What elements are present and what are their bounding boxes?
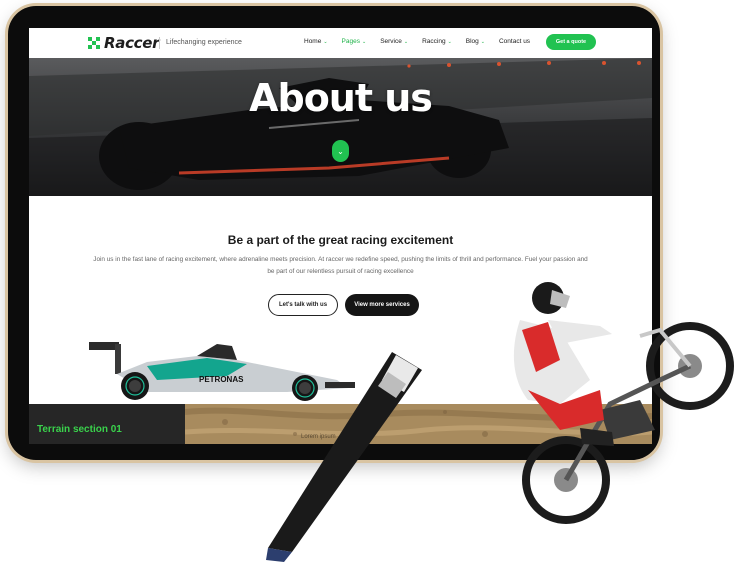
motocross-rider-image (513, 282, 734, 524)
foreground-overlay (266, 282, 734, 562)
stylus-pen-image (266, 352, 422, 562)
